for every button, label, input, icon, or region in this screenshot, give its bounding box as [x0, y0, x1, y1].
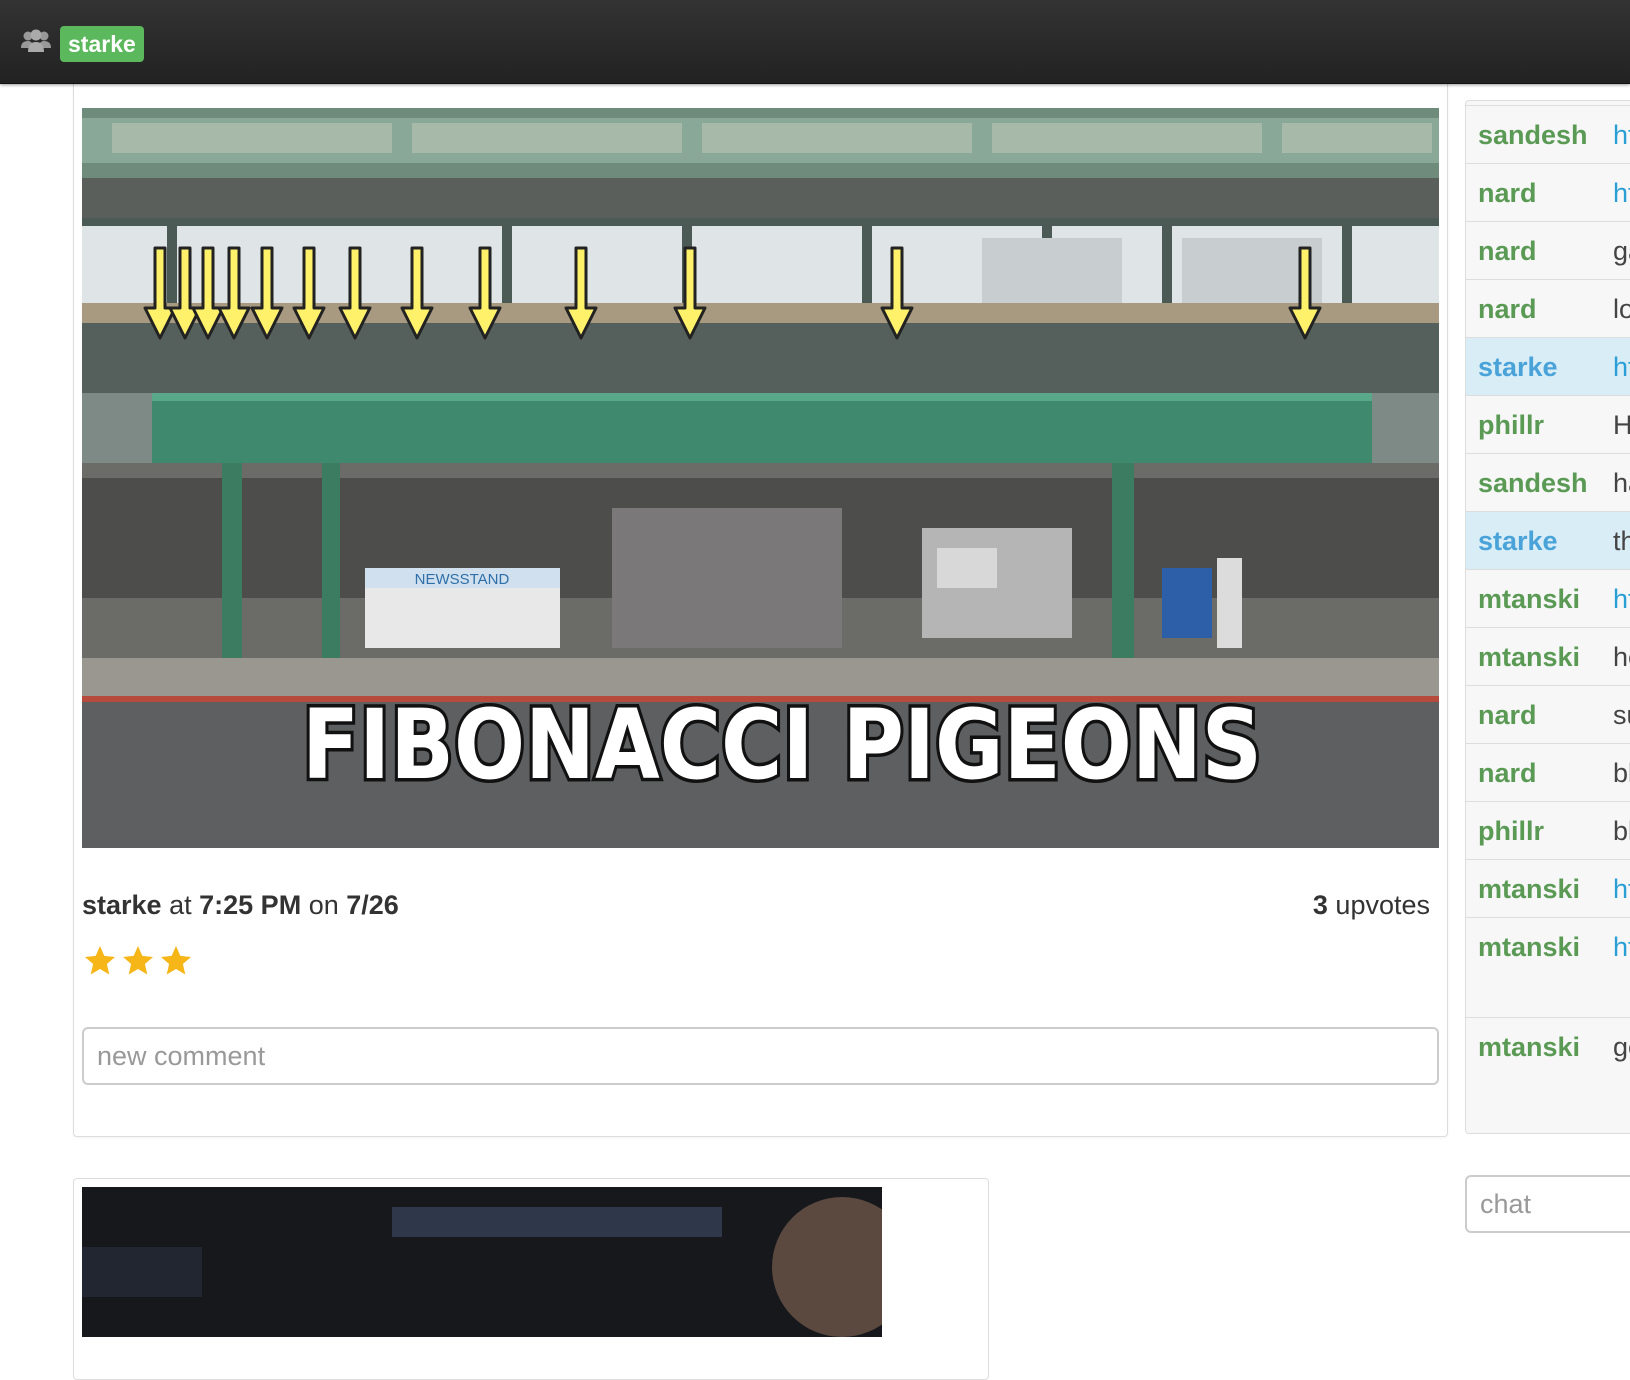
- chat-message-text: he: [1613, 641, 1630, 672]
- chat-message-link[interactable]: ht: [1613, 178, 1630, 209]
- chat-username[interactable]: phillr: [1466, 410, 1613, 441]
- post-date: 7/26: [346, 890, 399, 920]
- current-user-badge[interactable]: starke: [60, 26, 144, 62]
- upvote-label: upvotes: [1335, 890, 1430, 920]
- chat-message-link[interactable]: ht: [1613, 932, 1630, 963]
- chat-message-row: phillrH: [1466, 395, 1630, 454]
- chat-message-row: nardlo: [1466, 279, 1630, 338]
- post-meta: starke at 7:25 PM on 7/26: [82, 890, 399, 921]
- top-navbar: starke: [0, 0, 1630, 84]
- star-icon[interactable]: [82, 943, 118, 979]
- chat-message-row: sandeshha: [1466, 453, 1630, 512]
- fibonacci-pigeons-photo: NEWSSTAND FIBONACCI PIGEONS: [82, 108, 1439, 848]
- chat-message-text: lo: [1613, 293, 1630, 324]
- upvote-number: 3: [1312, 890, 1328, 920]
- upvote-count[interactable]: 3 upvotes: [1313, 890, 1430, 921]
- chat-username[interactable]: nard: [1466, 758, 1613, 789]
- chat-message-row: phillrbl: [1466, 801, 1630, 860]
- chat-message-row: mtanskiht: [1466, 859, 1630, 918]
- chat-message-text: ha: [1613, 467, 1630, 498]
- dark-photo: [82, 1187, 882, 1337]
- chat-username[interactable]: mtanski: [1466, 1032, 1613, 1063]
- chat-message-row: mtanskihe: [1466, 627, 1630, 686]
- chat-username[interactable]: mtanski: [1466, 584, 1613, 615]
- chat-message-row: mtanskiht: [1466, 569, 1630, 628]
- chat-username[interactable]: mtanski: [1466, 874, 1613, 905]
- chat-message-row: starketh: [1466, 511, 1630, 570]
- comment-input[interactable]: [82, 1027, 1439, 1085]
- chat-message-row: sandeshht: [1466, 105, 1630, 164]
- users-icon[interactable]: [20, 28, 52, 61]
- chat-message-text: th: [1613, 525, 1630, 556]
- chat-message-text: ga: [1613, 235, 1630, 266]
- chat-message-text: bl: [1613, 815, 1630, 846]
- chat-username[interactable]: phillr: [1466, 816, 1613, 847]
- chat-message-row: nardga: [1466, 221, 1630, 280]
- star-icon[interactable]: [158, 943, 194, 979]
- chat-message-link[interactable]: ht: [1613, 120, 1630, 151]
- chat-message-row: nardht: [1466, 163, 1630, 222]
- chat-username[interactable]: mtanski: [1466, 642, 1613, 673]
- chat-message-row: mtanskiht: [1466, 917, 1630, 976]
- chat-username[interactable]: starke: [1466, 352, 1613, 383]
- on-word: on: [308, 890, 339, 920]
- chat-username[interactable]: starke: [1466, 526, 1613, 557]
- chat-username[interactable]: sandesh: [1466, 120, 1613, 151]
- chat-message-row: nardbl: [1466, 743, 1630, 802]
- chat-message-text: bl: [1613, 757, 1630, 788]
- chat-username[interactable]: nard: [1466, 236, 1613, 267]
- post-image-2[interactable]: [82, 1187, 882, 1337]
- chat-message-link[interactable]: ht: [1613, 584, 1630, 615]
- chat-username[interactable]: nard: [1466, 294, 1613, 325]
- post-author[interactable]: starke: [82, 890, 162, 920]
- chat-message-text: H: [1613, 410, 1630, 441]
- at-word: at: [169, 890, 192, 920]
- chat-message-link[interactable]: ht: [1613, 874, 1630, 905]
- post-time: 7:25 PM: [199, 890, 302, 920]
- chat-message-row: nardsu: [1466, 685, 1630, 744]
- star-rating[interactable]: [82, 943, 194, 979]
- chat-username[interactable]: mtanski: [1466, 932, 1613, 963]
- chat-username[interactable]: nard: [1466, 178, 1613, 209]
- chat-message-link[interactable]: ht: [1613, 352, 1630, 383]
- newsstand-sign: NEWSSTAND: [415, 571, 510, 588]
- chat-message-text: su: [1613, 699, 1630, 730]
- star-icon[interactable]: [120, 943, 156, 979]
- post-image[interactable]: NEWSSTAND FIBONACCI PIGEONS: [82, 108, 1439, 848]
- image-caption: FIBONACCI PIGEONS: [302, 689, 1262, 801]
- chat-username[interactable]: nard: [1466, 700, 1613, 731]
- chat-message-row: starkeht: [1466, 337, 1630, 396]
- chat-message-text: ge: [1613, 1031, 1630, 1062]
- chat-message-row: mtanskige: [1466, 1017, 1630, 1076]
- chat-username[interactable]: sandesh: [1466, 468, 1613, 499]
- chat-input[interactable]: [1465, 1175, 1630, 1233]
